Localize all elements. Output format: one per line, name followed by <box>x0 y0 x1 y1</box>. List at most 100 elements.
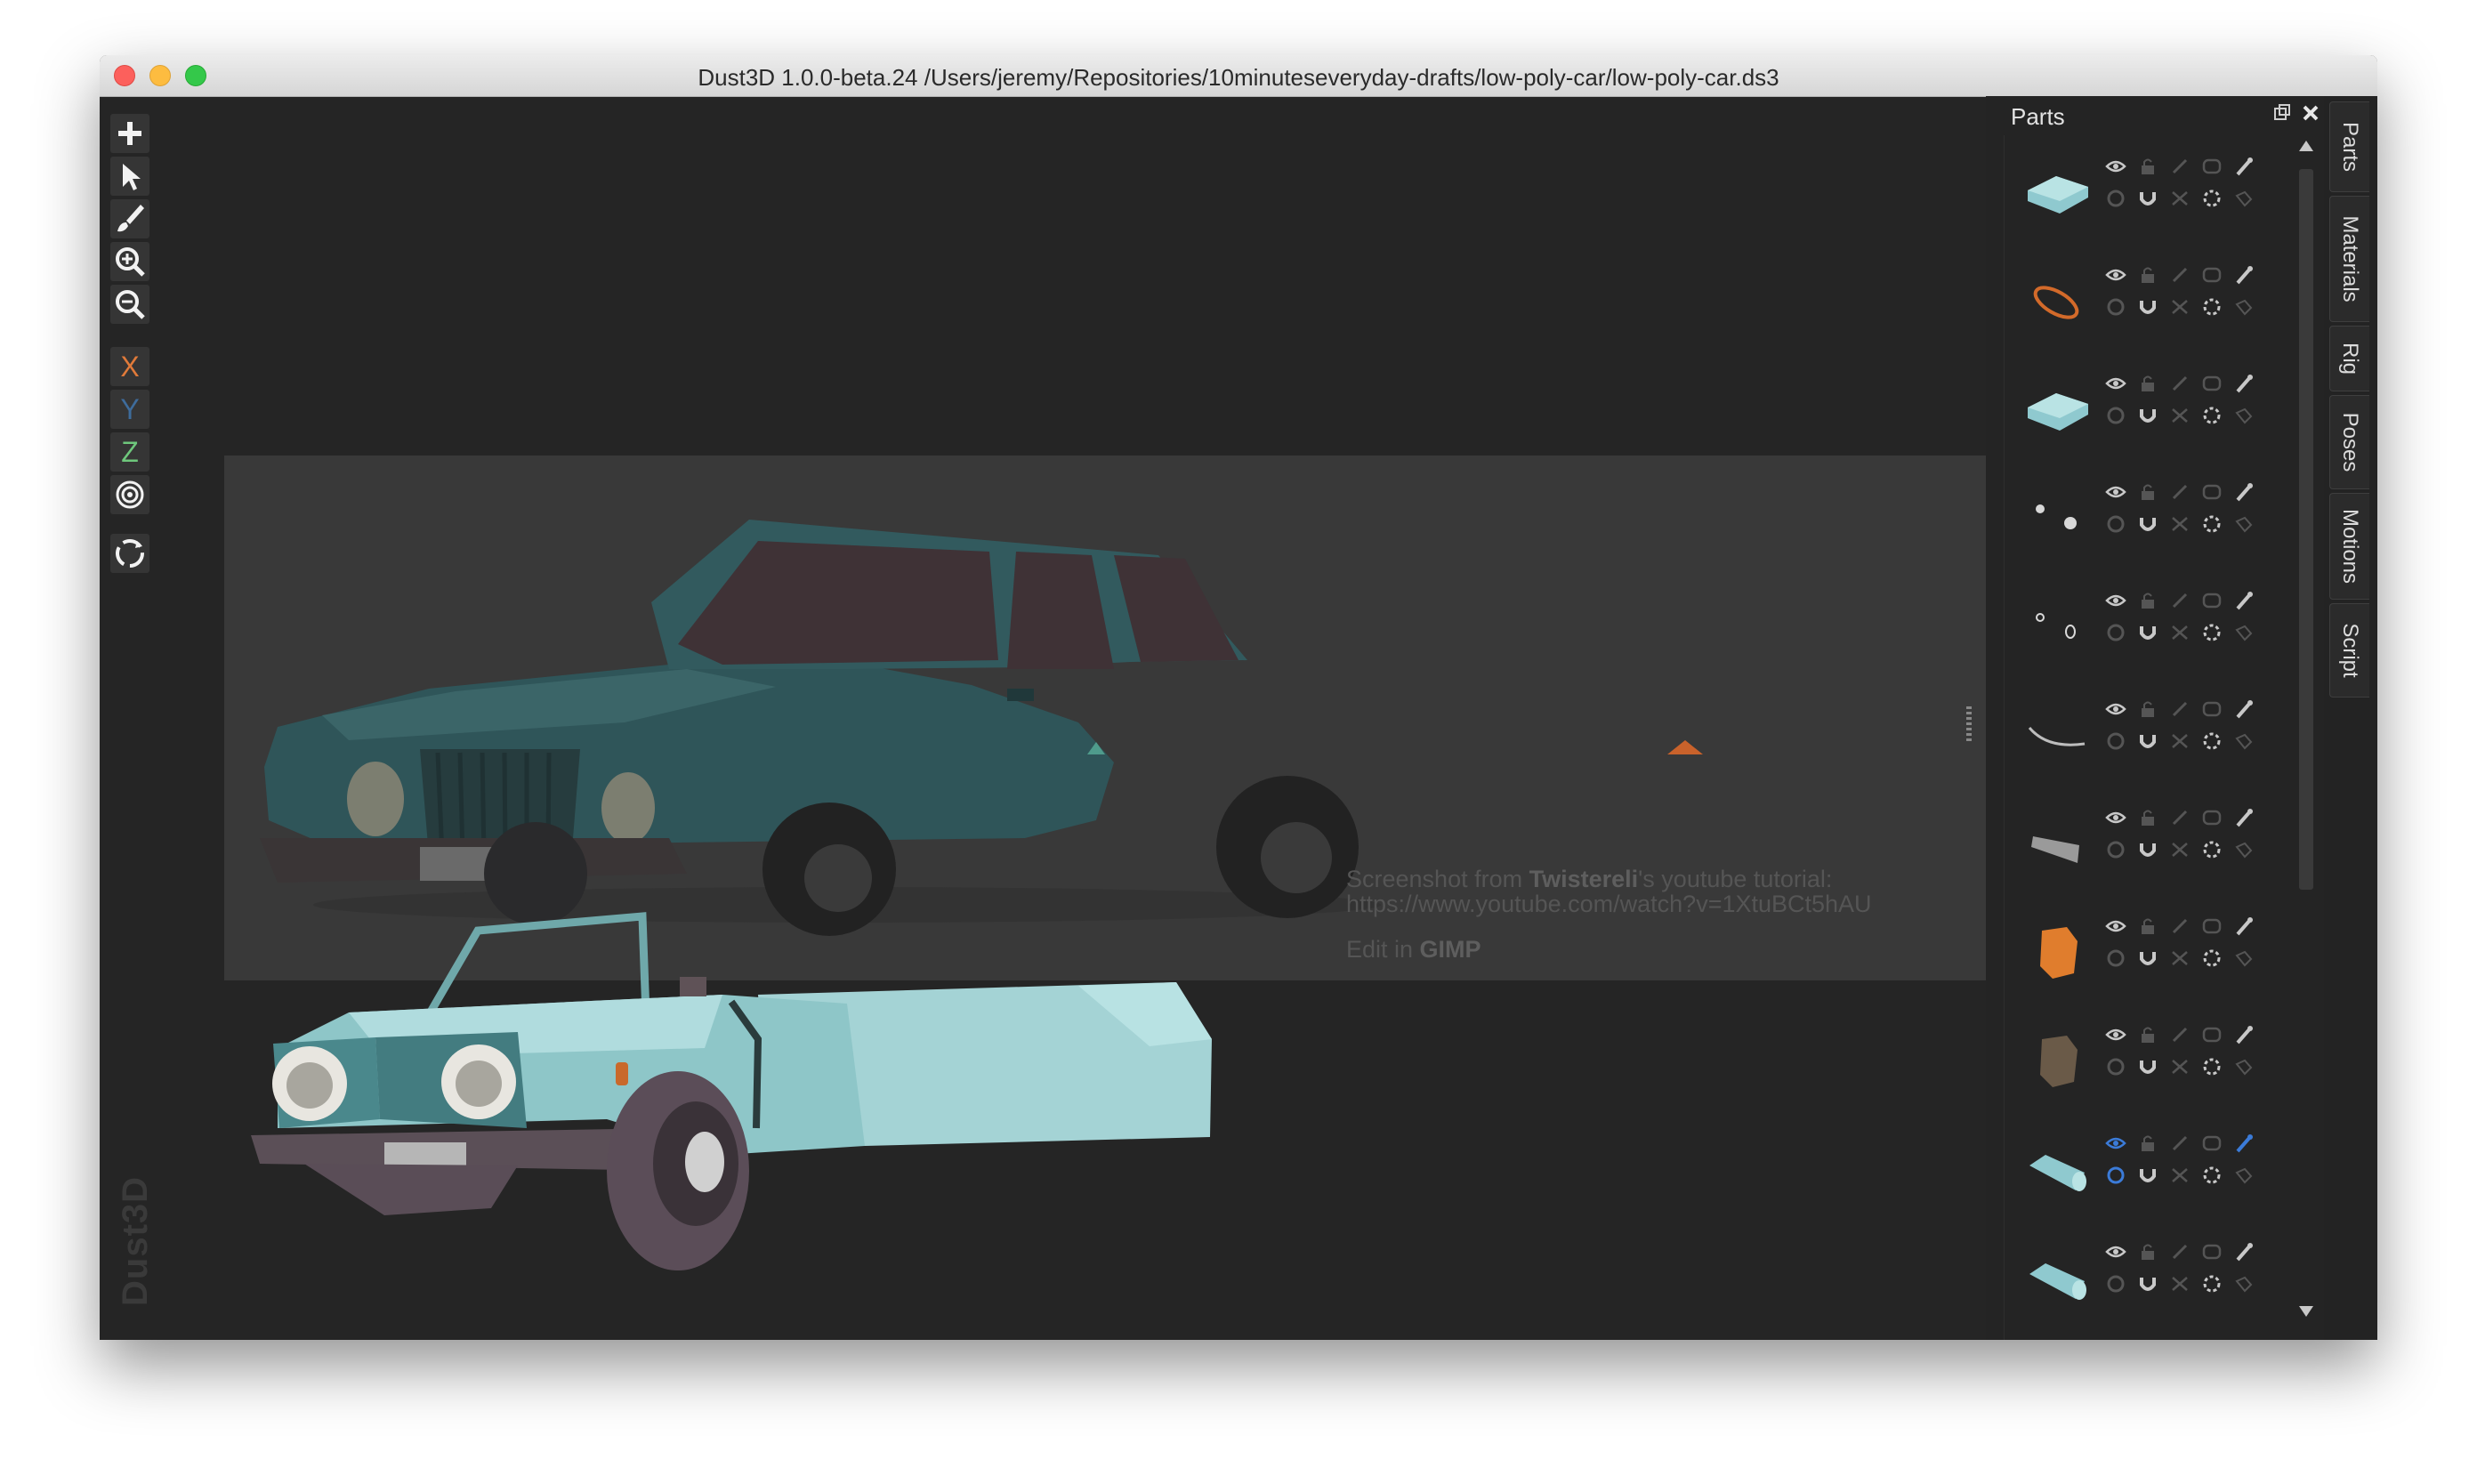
lock-icon[interactable] <box>2136 480 2159 504</box>
close-panel-button[interactable] <box>2301 103 2320 123</box>
wrap-icon[interactable] <box>2232 295 2255 319</box>
lock-icon[interactable] <box>2136 589 2159 612</box>
tab-motions[interactable]: Motions <box>2329 493 2369 600</box>
lock-icon[interactable] <box>2136 372 2159 395</box>
wrap-icon[interactable] <box>2232 838 2255 861</box>
rounded-icon[interactable] <box>2200 187 2223 210</box>
link-icon[interactable] <box>2168 480 2191 504</box>
color-picker-icon[interactable] <box>2232 1240 2255 1263</box>
zoom-out-button[interactable] <box>110 285 149 324</box>
part-thumbnail[interactable] <box>2021 1132 2092 1203</box>
visible-icon[interactable] <box>2104 1240 2127 1263</box>
link-icon[interactable] <box>2168 589 2191 612</box>
y-axis-lock-button[interactable]: Y <box>110 390 149 429</box>
cut-icon[interactable] <box>2168 187 2191 210</box>
color-picker-icon[interactable] <box>2232 372 2255 395</box>
title-bar[interactable]: Dust3D 1.0.0-beta.24 /Users/jeremy/Repos… <box>100 55 2377 97</box>
wrap-icon[interactable] <box>2232 621 2255 644</box>
cut-icon[interactable] <box>2168 621 2191 644</box>
wrap-icon[interactable] <box>2232 1164 2255 1187</box>
magnet-icon[interactable] <box>2136 1164 2159 1187</box>
subdivision-icon[interactable] <box>2200 1023 2223 1046</box>
lock-icon[interactable] <box>2136 915 2159 938</box>
car-model[interactable] <box>224 835 1292 1333</box>
part-thumbnail[interactable] <box>2021 698 2092 769</box>
link-icon[interactable] <box>2168 915 2191 938</box>
rounded-icon[interactable] <box>2200 621 2223 644</box>
visible-icon[interactable] <box>2104 155 2127 178</box>
disable-icon[interactable] <box>2104 1164 2127 1187</box>
wrap-icon[interactable] <box>2232 512 2255 536</box>
part-thumbnail[interactable] <box>2021 263 2092 335</box>
parts-scrollbar[interactable] <box>2295 133 2317 1326</box>
part-thumbnail[interactable] <box>2021 372 2092 443</box>
link-icon[interactable] <box>2168 372 2191 395</box>
wrap-icon[interactable] <box>2232 187 2255 210</box>
paint-tool-button[interactable] <box>110 199 149 238</box>
color-picker-icon[interactable] <box>2232 589 2255 612</box>
visible-icon[interactable] <box>2104 915 2127 938</box>
part-row[interactable] <box>2005 895 2325 991</box>
cut-icon[interactable] <box>2168 1055 2191 1078</box>
subdivision-icon[interactable] <box>2200 806 2223 829</box>
color-picker-icon[interactable] <box>2232 263 2255 286</box>
part-thumbnail[interactable] <box>2021 915 2092 986</box>
subdivision-icon[interactable] <box>2200 1132 2223 1155</box>
regenerate-button[interactable] <box>110 534 149 573</box>
lock-icon[interactable] <box>2136 155 2159 178</box>
disable-icon[interactable] <box>2104 295 2127 319</box>
link-icon[interactable] <box>2168 806 2191 829</box>
cut-icon[interactable] <box>2168 1164 2191 1187</box>
link-icon[interactable] <box>2168 1023 2191 1046</box>
model-viewport[interactable]: Screenshot from Twistereli's youtube tut… <box>162 96 2075 1340</box>
part-thumbnail[interactable] <box>2021 806 2092 877</box>
subdivision-icon[interactable] <box>2200 480 2223 504</box>
wrap-icon[interactable] <box>2232 1272 2255 1295</box>
parts-list[interactable] <box>2004 135 2341 1340</box>
disable-icon[interactable] <box>2104 1055 2127 1078</box>
wrap-icon[interactable] <box>2232 404 2255 427</box>
part-row[interactable] <box>2005 461 2325 557</box>
scroll-up-arrow[interactable] <box>2299 141 2313 151</box>
lock-icon[interactable] <box>2136 698 2159 721</box>
link-icon[interactable] <box>2168 698 2191 721</box>
part-thumbnail[interactable] <box>2021 155 2092 226</box>
subdivision-icon[interactable] <box>2200 1240 2223 1263</box>
disable-icon[interactable] <box>2104 512 2127 536</box>
part-row[interactable] <box>2005 678 2325 774</box>
visible-icon[interactable] <box>2104 263 2127 286</box>
color-picker-icon[interactable] <box>2232 915 2255 938</box>
part-row[interactable] <box>2005 1221 2325 1317</box>
magnet-icon[interactable] <box>2136 295 2159 319</box>
part-thumbnail[interactable] <box>2021 1023 2092 1094</box>
tab-rig[interactable]: Rig <box>2329 326 2369 391</box>
part-row[interactable] <box>2005 786 2325 883</box>
color-picker-icon[interactable] <box>2232 480 2255 504</box>
part-row[interactable] <box>2005 1004 2325 1100</box>
subdivision-icon[interactable] <box>2200 698 2223 721</box>
color-picker-icon[interactable] <box>2232 806 2255 829</box>
part-row[interactable] <box>2005 135 2325 231</box>
visible-icon[interactable] <box>2104 589 2127 612</box>
magnet-icon[interactable] <box>2136 838 2159 861</box>
magnet-icon[interactable] <box>2136 730 2159 753</box>
magnet-icon[interactable] <box>2136 1055 2159 1078</box>
tab-script[interactable]: Script <box>2329 603 2369 698</box>
visible-icon[interactable] <box>2104 806 2127 829</box>
link-icon[interactable] <box>2168 1240 2191 1263</box>
color-picker-icon[interactable] <box>2232 155 2255 178</box>
rounded-icon[interactable] <box>2200 512 2223 536</box>
link-icon[interactable] <box>2168 155 2191 178</box>
disable-icon[interactable] <box>2104 947 2127 970</box>
zoom-in-button[interactable] <box>110 242 149 281</box>
rounded-icon[interactable] <box>2200 1055 2223 1078</box>
cut-icon[interactable] <box>2168 730 2191 753</box>
disable-icon[interactable] <box>2104 730 2127 753</box>
scroll-down-arrow[interactable] <box>2299 1306 2313 1317</box>
disable-icon[interactable] <box>2104 621 2127 644</box>
disable-icon[interactable] <box>2104 1272 2127 1295</box>
color-picker-icon[interactable] <box>2232 1023 2255 1046</box>
tab-parts[interactable]: Parts <box>2329 101 2369 192</box>
rounded-icon[interactable] <box>2200 1272 2223 1295</box>
disable-icon[interactable] <box>2104 187 2127 210</box>
